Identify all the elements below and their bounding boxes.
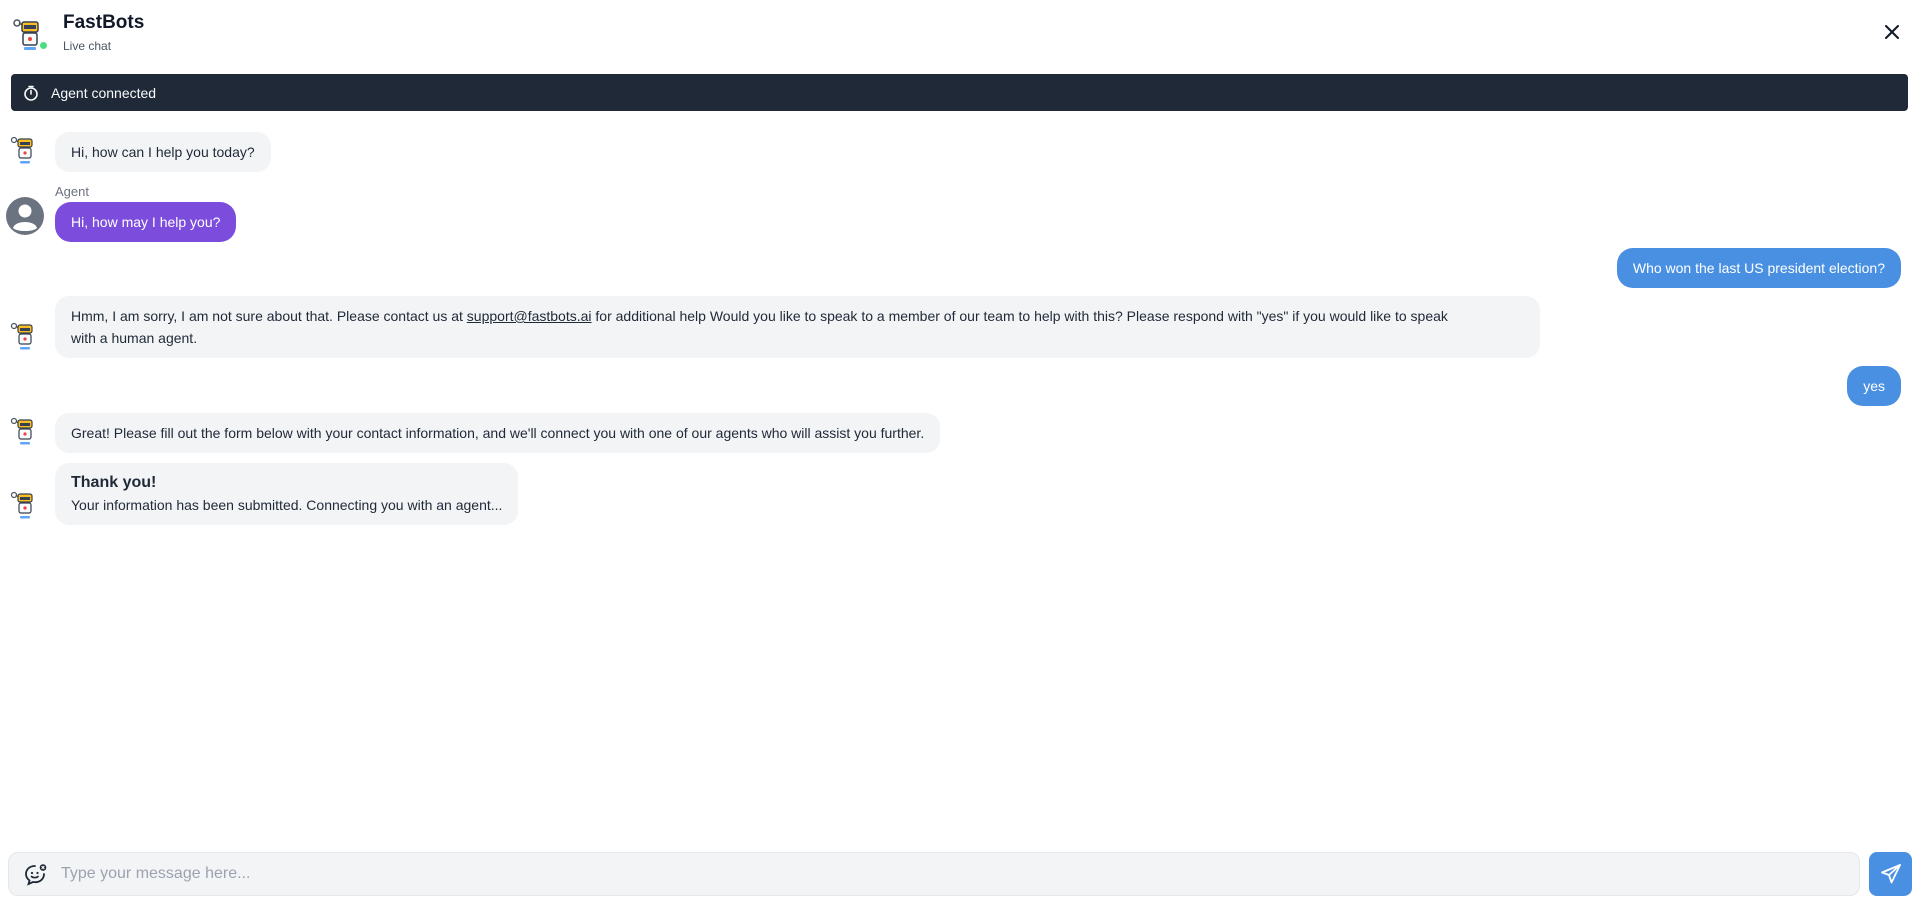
bot-message: Great! Please fill out the form below wi… xyxy=(55,413,941,453)
message-text: for additional help Would you like to sp… xyxy=(591,308,1448,324)
bot-message: Hi, how can I help you today? xyxy=(55,132,271,172)
chat-window: FastBots Live chat Agent connected Hi, h… xyxy=(0,0,1920,911)
bot-message: Hmm, I am sorry, I am not sure about tha… xyxy=(55,296,1540,358)
message-input[interactable] xyxy=(61,859,1841,889)
stopwatch-icon xyxy=(23,84,41,102)
user-message: Who won the last US president election? xyxy=(1616,248,1901,288)
agent-message: Hi, how may I help you? xyxy=(55,202,237,242)
agent-connected-banner: Agent connected xyxy=(11,74,1908,111)
banner-text: Agent connected xyxy=(51,84,157,101)
emoji-button[interactable] xyxy=(23,862,49,888)
message-text: Hmm, I am sorry, I am not sure about tha… xyxy=(71,308,467,324)
bot-avatar-icon xyxy=(10,491,33,519)
user-message: yes xyxy=(1847,366,1901,406)
chat-header: FastBots Live chat xyxy=(0,0,1920,70)
message-text: with a human agent. xyxy=(71,330,198,346)
message-title: Thank you! xyxy=(71,474,157,491)
online-status-dot xyxy=(38,40,49,51)
chat-title: FastBots xyxy=(63,12,145,33)
agent-label: Agent xyxy=(55,184,89,199)
bot-message: Thank you! Your information has been sub… xyxy=(55,463,519,525)
emoji-chat-icon xyxy=(25,864,47,886)
chat-subtitle: Live chat xyxy=(63,39,112,53)
send-button[interactable] xyxy=(1869,852,1912,896)
close-icon xyxy=(1885,25,1899,39)
send-icon xyxy=(1880,864,1901,884)
support-email-link[interactable]: support@fastbots.ai xyxy=(467,308,592,324)
agent-avatar-icon xyxy=(6,197,44,235)
bot-avatar-icon xyxy=(10,417,33,445)
bot-avatar-icon xyxy=(10,136,33,164)
close-button[interactable] xyxy=(1880,20,1904,44)
message-composer xyxy=(8,852,1860,896)
bot-avatar-icon xyxy=(10,322,33,350)
message-text: Your information has been submitted. Con… xyxy=(71,497,503,513)
